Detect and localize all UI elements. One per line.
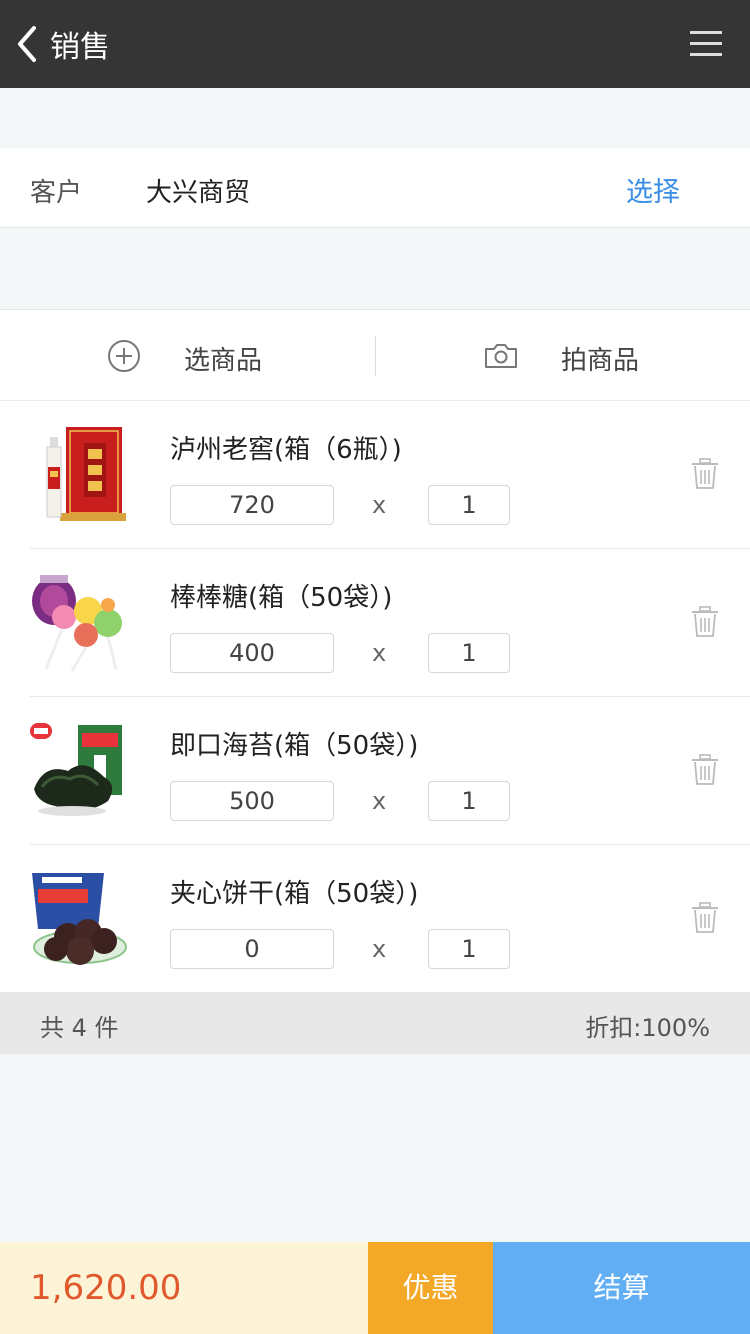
multiply-sign: x: [372, 935, 387, 963]
pick-product-label: 选商品: [184, 346, 263, 376]
promotion-button[interactable]: 优惠: [368, 1242, 493, 1334]
plus-circle-icon: [108, 340, 140, 372]
page-title: 销售: [50, 30, 110, 65]
product-list: 泸州老窖(箱（6瓶）) 720 x 1 棒棒糖(箱（50袋）) 400 x 1 …: [0, 401, 750, 993]
liquor-box-image: [46, 427, 126, 521]
product-name: 夹心饼干(箱（50袋）): [170, 879, 419, 909]
quantity-input[interactable]: 1: [428, 633, 510, 673]
price-input[interactable]: 720: [170, 485, 334, 525]
product-action-row: 选商品 拍商品: [0, 309, 750, 401]
trash-icon[interactable]: [688, 605, 722, 639]
photo-product-button[interactable]: 拍商品: [375, 310, 750, 402]
price-input[interactable]: 500: [170, 781, 334, 821]
quantity-input[interactable]: 1: [428, 485, 510, 525]
product-name: 棒棒糖(箱（50袋）): [170, 583, 393, 613]
summary-bar: 共 4 件 折扣:100%: [0, 992, 750, 1054]
cookie-image: [32, 873, 127, 965]
product-item: 棒棒糖(箱（50袋）) 400 x 1: [0, 549, 750, 697]
camera-icon: [485, 344, 517, 368]
total-amount: 1,620.00: [30, 1268, 182, 1308]
price-input[interactable]: 0: [170, 929, 334, 969]
chevron-left-icon: [18, 26, 36, 62]
bottom-action-bar: 1,620.00 优惠 结算: [0, 1242, 750, 1334]
multiply-sign: x: [372, 491, 387, 519]
price-input[interactable]: 400: [170, 633, 334, 673]
quantity-input[interactable]: 1: [428, 929, 510, 969]
customer-name: 大兴商贸: [146, 178, 251, 208]
hamburger-menu-icon[interactable]: [688, 26, 724, 62]
trash-icon[interactable]: [688, 753, 722, 787]
product-item: 即口海苔(箱（50袋）) 500 x 1: [0, 697, 750, 845]
product-name: 泸州老窖(箱（6瓶）): [170, 435, 402, 465]
product-item: 泸州老窖(箱（6瓶）) 720 x 1: [0, 401, 750, 549]
seaweed-image: [30, 723, 122, 816]
checkout-button[interactable]: 结算: [493, 1242, 750, 1334]
trash-icon[interactable]: [688, 901, 722, 935]
customer-row: 客户 大兴商贸 选择: [0, 148, 750, 228]
lollipop-image: [32, 575, 122, 672]
total-count: 共 4 件: [40, 1014, 119, 1042]
discount-label[interactable]: 折扣:100%: [585, 1008, 710, 1043]
select-customer-link[interactable]: 选择: [626, 170, 680, 209]
photo-product-label: 拍商品: [561, 346, 640, 376]
multiply-sign: x: [372, 639, 387, 667]
pick-product-button[interactable]: 选商品: [0, 310, 375, 402]
multiply-sign: x: [372, 787, 387, 815]
product-item: 夹心饼干(箱（50袋）) 0 x 1: [0, 845, 750, 993]
total-amount-box: 1,620.00: [0, 1242, 368, 1334]
customer-label: 客户: [30, 178, 83, 208]
product-name: 即口海苔(箱（50袋）): [170, 731, 419, 761]
back-button[interactable]: 销售: [12, 22, 122, 66]
quantity-input[interactable]: 1: [428, 781, 510, 821]
top-navigation-bar: 销售: [0, 0, 750, 88]
trash-icon[interactable]: [688, 457, 722, 491]
